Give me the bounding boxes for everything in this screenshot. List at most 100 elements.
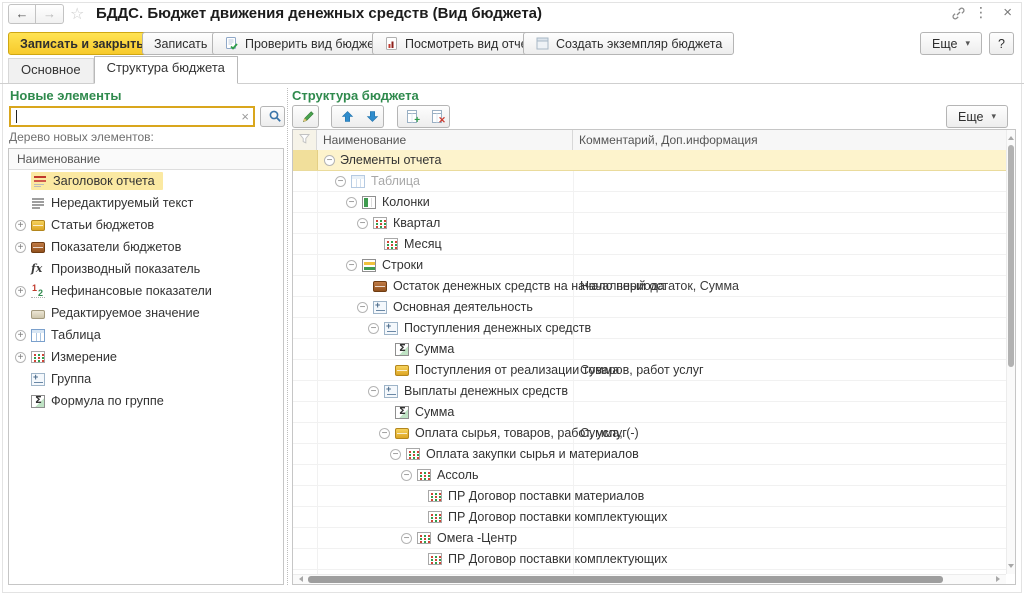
editable-icon [31,310,45,319]
save-close-button[interactable]: Записать и закрыть [8,32,156,55]
table-row[interactable]: −Омега -Центр [293,528,1006,549]
tree-item[interactable]: Группа [9,368,283,390]
expand-icon[interactable]: + [15,330,26,341]
scroll-down-icon[interactable] [1008,564,1014,571]
scrollbar-thumb[interactable] [308,576,943,583]
table-row[interactable]: ПР Договор поставки комплектующих [293,549,1006,570]
scroll-up-icon[interactable] [1008,133,1014,140]
save-button[interactable]: Записать [142,32,219,55]
row-comment: Начальный остаток, Сумма [580,276,739,296]
back-button[interactable]: ← [8,4,36,24]
forward-button[interactable]: → [36,4,64,24]
tree-item[interactable]: +Показатели бюджетов [9,236,283,258]
new-elements-search-input[interactable] [13,108,237,126]
edit-button[interactable] [292,105,319,128]
tab-bar: Основное Структура бюджета [0,58,1024,84]
expand-icon[interactable]: + [15,286,26,297]
collapse-icon[interactable]: − [379,428,390,439]
tree-item[interactable]: Нередактируемый текст [9,192,283,214]
left-column-header[interactable]: Наименование [9,149,283,170]
link-icon[interactable] [951,6,966,26]
tree-item[interactable]: Заголовок отчета [9,170,283,192]
table-row[interactable]: Поступления от реализации товаров, работ… [293,360,1006,381]
tab-main[interactable]: Основное [8,58,94,83]
create-budget-instance-button[interactable]: Создать экземпляр бюджета [523,32,734,55]
collapse-icon[interactable]: − [324,155,335,166]
panel-splitter[interactable] [287,88,288,585]
window-menu-icon[interactable]: ⋮ [974,4,988,21]
table-row[interactable]: Сумма [293,339,1006,360]
clear-search-icon[interactable]: × [241,108,249,125]
tree-item-label: Измерение [51,350,117,364]
scroll-right-icon[interactable] [996,576,1003,582]
table-row[interactable]: Сумма [293,402,1006,423]
collapse-icon[interactable]: − [368,323,379,334]
tree-item[interactable]: Производный показатель [9,258,283,280]
more-button[interactable]: Еще ▾ [920,32,982,55]
row-content: ПР Договор поставки комплектующих [318,510,1006,524]
collapse-icon[interactable]: − [401,533,412,544]
structure-more-button[interactable]: Еще ▾ [946,105,1008,128]
add-table-icon: + [406,112,421,127]
tree-item[interactable]: +Таблица [9,324,283,346]
move-up-button[interactable] [331,105,358,128]
tree-item[interactable]: + Измерение [9,346,283,368]
favorite-star-icon[interactable]: ☆ [70,4,84,24]
collapse-icon[interactable]: − [357,302,368,313]
row-marker [293,318,318,338]
table-row[interactable]: −Оплата сырья, товаров, работ, услугСумм… [293,423,1006,444]
tree-item[interactable]: Редактируемое значение [9,302,283,324]
collapse-icon[interactable]: − [335,176,346,187]
scrollbar-thumb[interactable] [1008,145,1014,367]
close-icon[interactable]: × [1003,4,1012,21]
tree-item[interactable]: +Статьи бюджетов [9,214,283,236]
collapse-icon[interactable]: − [357,218,368,229]
expand-icon[interactable]: + [15,352,26,363]
row-label: Квартал [393,216,440,230]
create-instance-label: Создать экземпляр бюджета [556,37,722,51]
table-row[interactable]: − Ассоль [293,465,1006,486]
vertical-scrollbar[interactable] [1006,130,1015,574]
table-row[interactable]: ПР Договор поставки материалов [293,486,1006,507]
expand-icon[interactable]: + [15,242,26,253]
table-row[interactable]: Остаток денежных средств на начало перио… [293,276,1006,297]
collapse-icon[interactable]: − [401,470,412,481]
horizontal-scrollbar[interactable] [293,574,1006,584]
table-row[interactable]: − Квартал [293,213,1006,234]
collapse-icon[interactable]: − [368,386,379,397]
insert-element-button[interactable]: + [397,105,424,128]
check-budget-view-button[interactable]: Проверить вид бюджета [212,32,398,55]
tree-item[interactable]: Формула по группе [9,390,283,412]
help-button[interactable]: ? [989,32,1014,55]
expand-icon[interactable]: + [15,220,26,231]
table-row[interactable]: −Поступления денежных средств [293,318,1006,339]
remove-element-button[interactable]: ✕ [423,105,450,128]
collapse-icon[interactable]: − [346,260,357,271]
table-row[interactable]: −Элементы отчета [293,150,1006,171]
comment-column-header[interactable]: Комментарий, Доп.информация [573,130,1015,150]
row-content: Сумма [318,405,1006,419]
expander-spacer [15,396,26,407]
table-row[interactable]: −Колонки [293,192,1006,213]
filter-column-header[interactable] [293,130,317,150]
dimension-icon [406,448,420,460]
table-row[interactable]: −Оплата закупки сырья и материалов [293,444,1006,465]
table-row[interactable]: ПР Договор поставки комплектующих [293,507,1006,528]
formula-icon [395,406,409,419]
search-button[interactable] [260,106,285,127]
tree-item[interactable]: +Нефинансовые показатели [9,280,283,302]
collapse-icon[interactable]: − [346,197,357,208]
collapse-icon[interactable]: − [390,449,401,460]
table-row[interactable]: −Таблица [293,171,1006,192]
table-row[interactable]: Месяц [293,234,1006,255]
row-label: Ассоль [437,468,478,482]
table-row[interactable]: −Основная деятельность [293,297,1006,318]
move-down-button[interactable] [357,105,384,128]
tab-budget-structure[interactable]: Структура бюджета [94,56,238,84]
row-marker [293,465,318,485]
scroll-left-icon[interactable] [296,576,303,582]
table-row[interactable]: −Выплаты денежных средств [293,381,1006,402]
table-row[interactable]: −Строки [293,255,1006,276]
name-column-header[interactable]: Наименование [317,130,573,150]
selected-item-highlight: Заголовок отчета [31,172,163,190]
